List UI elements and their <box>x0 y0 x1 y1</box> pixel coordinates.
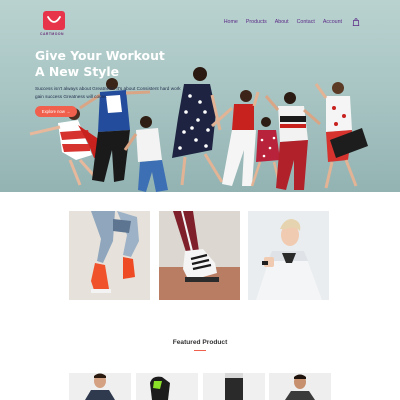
product-image <box>136 373 198 400</box>
featured-title: Featured Product <box>172 339 228 346</box>
product-image <box>269 373 331 400</box>
product-tile-shoes[interactable] <box>159 211 240 300</box>
product-image <box>159 211 240 300</box>
nav-account[interactable]: Account <box>323 19 342 25</box>
brand-logo[interactable] <box>43 11 65 30</box>
model-figure-8 <box>314 82 368 189</box>
main-nav: Home Products About Contact Account <box>224 18 360 26</box>
title-underline <box>194 350 206 352</box>
nav-about[interactable]: About <box>275 19 289 25</box>
explore-now-button[interactable]: Explore now → <box>35 106 77 117</box>
model-figure-6 <box>250 117 282 187</box>
brand-name: CARTMOON <box>40 32 64 36</box>
nav-contact[interactable]: Contact <box>297 19 315 25</box>
model-figure-3 <box>123 116 168 192</box>
product-image <box>69 211 150 300</box>
featured-product-4[interactable] <box>269 373 331 400</box>
product-tile-sneakers[interactable] <box>69 211 150 300</box>
featured-product-1[interactable] <box>69 373 131 400</box>
hero-title: Give Your Workout A New Style <box>35 48 165 79</box>
model-figure-5 <box>210 90 260 186</box>
featured-product-3[interactable] <box>203 373 265 400</box>
shopping-bag-icon[interactable] <box>352 18 360 26</box>
product-image <box>69 373 131 400</box>
product-tile-hoodie[interactable] <box>248 211 329 300</box>
product-image <box>248 211 329 300</box>
nav-products[interactable]: Products <box>246 19 267 25</box>
hero-subtitle: Success isn't always about Greatness. It… <box>35 86 181 99</box>
product-image <box>203 373 265 400</box>
hero-banner: CARTMOON Home Products About Contact Acc… <box>0 0 400 192</box>
smile-logo-icon <box>47 16 61 23</box>
featured-product-2[interactable] <box>136 373 198 400</box>
nav-home[interactable]: Home <box>224 19 238 25</box>
